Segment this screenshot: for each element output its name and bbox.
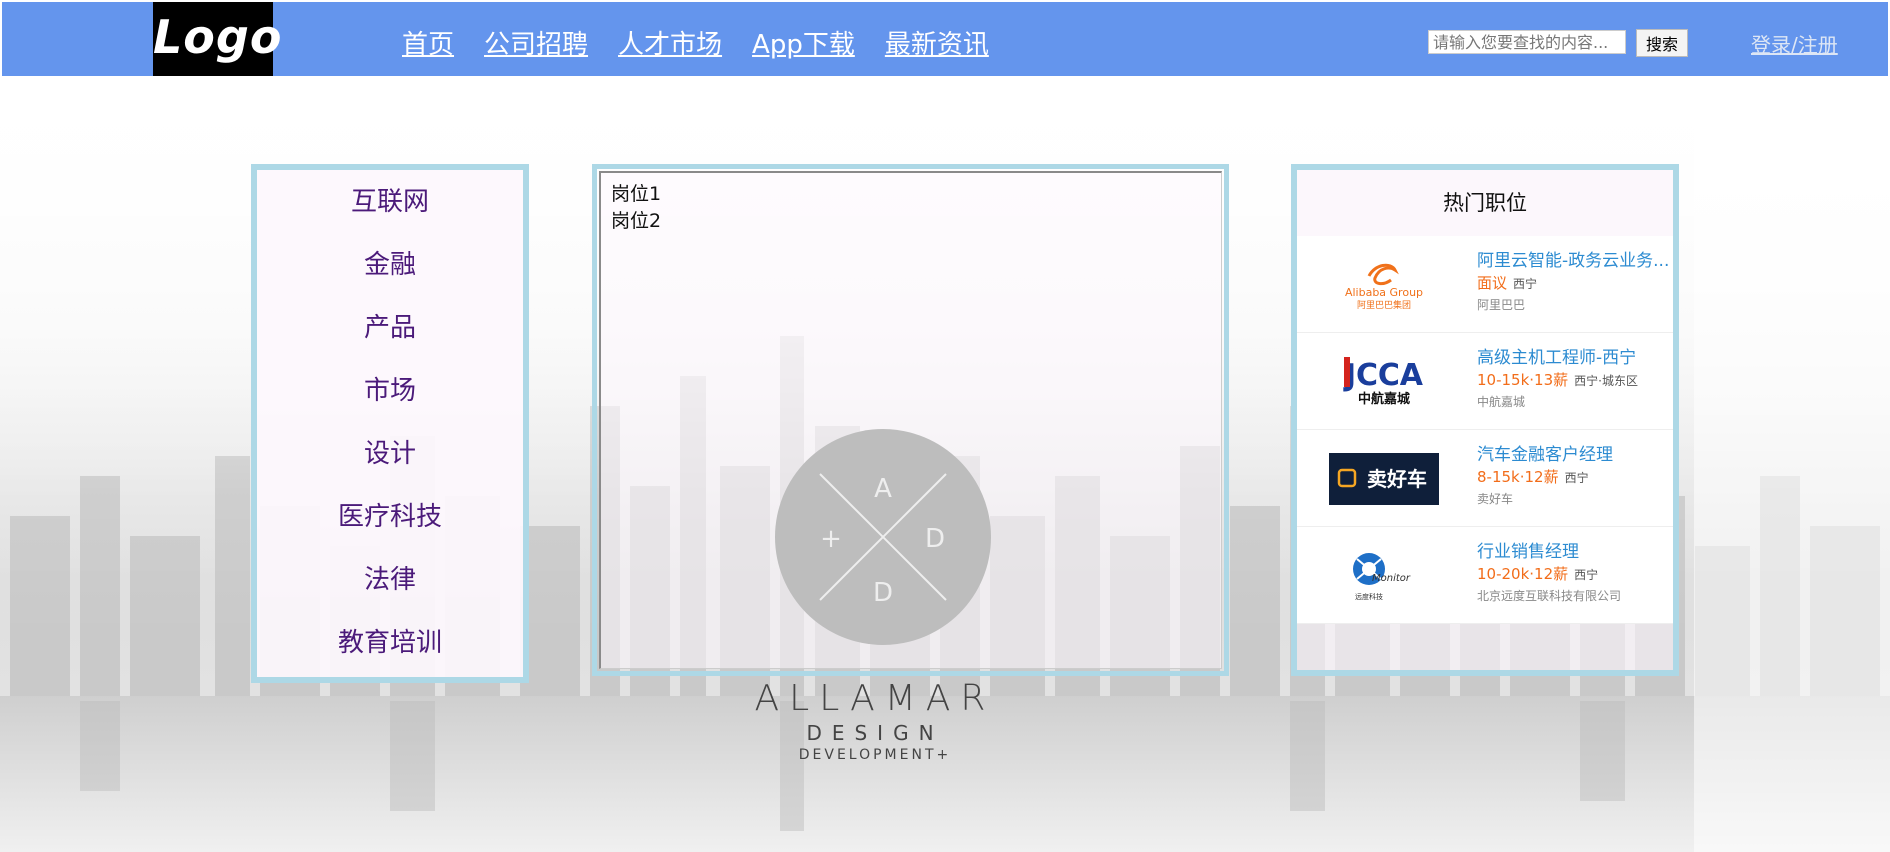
emblem-letter-right: D (925, 524, 945, 554)
main-nav: 首页 公司招聘 人才市场 App下载 最新资讯 (402, 24, 989, 61)
search-button[interactable]: 搜索 (1636, 29, 1688, 57)
brand-emblem: A D D + (775, 429, 991, 645)
job-item-1[interactable]: 岗位1 (601, 181, 1221, 208)
maihaoche-logo-icon: 卖好车 (1329, 453, 1439, 505)
hot-job-city: 西宁 (1564, 471, 1589, 485)
category-item-education[interactable]: 教育培训 (257, 625, 523, 688)
job-list-frame: A D D + 岗位1 岗位2 (599, 171, 1222, 669)
nav-talent-market[interactable]: 人才市场 (618, 24, 722, 61)
login-register-link[interactable]: 登录/注册 (1751, 29, 1838, 58)
hot-job-city: 西宁·城东区 (1574, 374, 1638, 388)
category-item-law[interactable]: 法律 (257, 562, 523, 625)
alibaba-logo-icon: Alibaba Group 阿里巴巴集团 (1345, 263, 1423, 311)
hot-job-company: 中航嘉城 (1477, 395, 1526, 409)
hot-job-company: 卖好车 (1477, 492, 1514, 506)
yundu-logo-text: Monitor (1372, 573, 1411, 584)
jcca-logo-text: JCCA (1343, 358, 1424, 393)
category-item-market[interactable]: 市场 (257, 373, 523, 436)
hot-job-meta: 10-20k·12薪 西宁 (1477, 563, 1673, 586)
search-input[interactable] (1428, 30, 1626, 54)
yundu-logo-icon: Monitor 远度科技 (1353, 553, 1411, 601)
hot-job-salary: 10-15k·13薪 (1477, 371, 1569, 389)
hot-job-meta: 10-15k·13薪 西宁·城东区 (1477, 369, 1673, 392)
emblem-letter-left: + (820, 524, 842, 554)
hot-job-title[interactable]: 阿里云智能-政务云业务... (1477, 250, 1673, 272)
hot-job-company: 阿里巴巴 (1477, 298, 1526, 312)
category-item-internet[interactable]: 互联网 (257, 184, 523, 247)
category-item-medtech[interactable]: 医疗科技 (257, 499, 523, 562)
top-header: Logo 首页 公司招聘 人才市场 App下载 最新资讯 搜索 登录/注册 (2, 2, 1888, 76)
hot-job-card[interactable]: 卖好车 汽车金融客户经理 8-15k·12薪 西宁 卖好车 (1297, 430, 1673, 527)
hot-jobs-title: 热门职位 (1297, 170, 1673, 236)
nav-home[interactable]: 首页 (402, 24, 454, 61)
category-panel: 互联网 金融 产品 市场 设计 医疗科技 法律 教育培训 (251, 164, 529, 683)
hot-job-company: 北京远度互联科技有限公司 (1477, 589, 1622, 603)
nav-company-recruit[interactable]: 公司招聘 (484, 24, 588, 61)
brand-name: ALLAMAR (754, 678, 996, 719)
maihaoche-logo-text: 卖好车 (1367, 467, 1427, 491)
alibaba-logo-text: Alibaba Group (1345, 286, 1423, 299)
hot-job-meta: 面议 西宁 (1477, 272, 1673, 295)
hot-job-meta: 8-15k·12薪 西宁 (1477, 466, 1673, 489)
emblem-letter-top: A (874, 474, 892, 504)
hot-job-card[interactable]: Monitor 远度科技 行业销售经理 10-20k·12薪 西宁 北京远度互联科… (1297, 527, 1673, 624)
yundu-logo-subtext: 远度科技 (1355, 592, 1383, 601)
nav-latest-news[interactable]: 最新资讯 (885, 24, 989, 61)
hot-job-card[interactable]: Alibaba Group 阿里巴巴集团 阿里云智能-政务云业务... 面议 西宁… (1297, 236, 1673, 333)
hot-job-city: 西宁 (1574, 568, 1599, 582)
hot-job-city: 西宁 (1513, 277, 1538, 291)
jcca-logo-subtext: 中航嘉城 (1358, 391, 1410, 407)
job-list-panel: A D D + 岗位1 岗位2 (592, 164, 1229, 676)
hot-job-salary: 8-15k·12薪 (1477, 468, 1559, 486)
hot-job-info: 汽车金融客户经理 8-15k·12薪 西宁 卖好车 (1477, 444, 1673, 509)
site-logo[interactable]: Logo (153, 2, 281, 76)
hot-job-title[interactable]: 汽车金融客户经理 (1477, 444, 1673, 466)
brand-development-text: DEVELOPMENT (798, 747, 937, 763)
category-list: 互联网 金融 产品 市场 设计 医疗科技 法律 教育培训 (257, 170, 523, 688)
hot-job-info: 高级主机工程师-西宁 10-15k·13薪 西宁·城东区 中航嘉城 (1477, 347, 1673, 412)
hot-job-info: 行业销售经理 10-20k·12薪 西宁 北京远度互联科技有限公司 (1477, 541, 1673, 606)
brand-design: DESIGN (806, 721, 944, 745)
alibaba-logo-subtext: 阿里巴巴集团 (1357, 299, 1411, 311)
category-item-product[interactable]: 产品 (257, 310, 523, 373)
category-item-finance[interactable]: 金融 (257, 247, 523, 310)
nav-app-download[interactable]: App下载 (752, 24, 855, 61)
brand-wordmark: ALLAMAR DESIGN DEVELOPMENT+ (745, 678, 1005, 764)
brand-plus: + (936, 747, 952, 763)
hot-job-salary: 10-20k·12薪 (1477, 565, 1569, 583)
brand-development: DEVELOPMENT+ (745, 746, 1005, 764)
job-item-2[interactable]: 岗位2 (601, 208, 1221, 235)
hot-job-card[interactable]: JCCA 中航嘉城 高级主机工程师-西宁 10-15k·13薪 西宁·城东区 中航… (1297, 333, 1673, 430)
job-list: 岗位1 岗位2 (601, 173, 1221, 235)
hot-jobs-panel: 热门职位 Alibaba Group 阿里巴巴集团 阿里云智能-政务云业务...… (1291, 164, 1679, 676)
emblem-letter-bottom: D (873, 578, 893, 608)
hot-job-info: 阿里云智能-政务云业务... 面议 西宁 阿里巴巴 (1477, 250, 1673, 315)
jcca-logo-icon: JCCA 中航嘉城 (1343, 357, 1424, 407)
hot-job-salary: 面议 (1477, 274, 1508, 292)
hot-job-title[interactable]: 行业销售经理 (1477, 541, 1673, 563)
hot-job-title[interactable]: 高级主机工程师-西宁 (1477, 347, 1673, 369)
category-item-design[interactable]: 设计 (257, 436, 523, 499)
